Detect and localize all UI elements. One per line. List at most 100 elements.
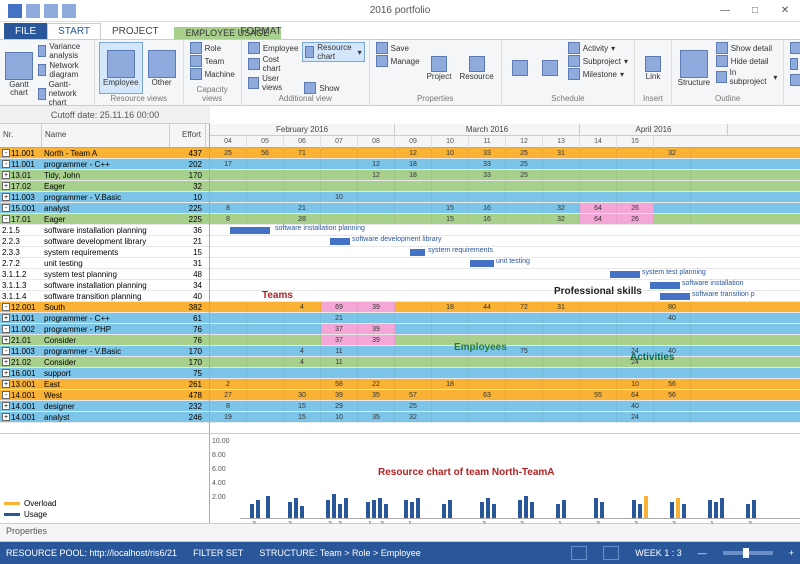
timeline-row[interactable] xyxy=(210,247,800,258)
timeline[interactable]: February 2016March 2016April 2016 040506… xyxy=(210,124,800,433)
table-row[interactable]: 2.7.2unit testing31 xyxy=(0,258,209,269)
expand-icon[interactable]: + xyxy=(2,336,10,344)
timeline-row[interactable]: 41124 xyxy=(210,357,800,368)
zoom-slider[interactable] xyxy=(723,551,773,555)
expand-icon[interactable]: - xyxy=(2,160,10,168)
expand-icon[interactable]: + xyxy=(2,380,10,388)
timeline-row[interactable]: 12183325 xyxy=(210,170,800,181)
table-row[interactable]: -11.002programmer - PHP76 xyxy=(0,324,209,335)
tab-file[interactable]: FILE xyxy=(4,23,47,39)
maximize-button[interactable]: □ xyxy=(740,5,770,16)
table-row[interactable]: 3.1.1.4software transition planning40 xyxy=(0,291,209,302)
timeline-row[interactable]: 191510353224 xyxy=(210,412,800,423)
project-prop-button[interactable]: Project xyxy=(424,42,455,94)
expand-icon[interactable]: + xyxy=(2,369,10,377)
table-row[interactable]: 2.1.5software installation planning36 xyxy=(0,225,209,236)
expand-icon[interactable]: - xyxy=(2,391,10,399)
table-row[interactable]: -15.001analyst225 xyxy=(0,203,209,214)
gantt-chart-button[interactable]: Gantt chart xyxy=(4,42,34,107)
timeline-row[interactable]: 411752440 xyxy=(210,346,800,357)
timeline-row[interactable]: 1712183325 xyxy=(210,159,800,170)
minimize-button[interactable]: — xyxy=(710,5,740,16)
role-item[interactable]: Role xyxy=(188,42,237,54)
expand-icon[interactable]: + xyxy=(2,402,10,410)
timeline-row[interactable] xyxy=(210,236,800,247)
show-detail-item[interactable]: Show detail xyxy=(714,42,780,54)
col-header-name[interactable]: Name xyxy=(42,124,170,147)
timeline-row[interactable]: 815292540 xyxy=(210,401,800,412)
expand-icon[interactable]: - xyxy=(2,215,10,223)
variance-analysis-item[interactable]: Variance analysis xyxy=(36,42,90,60)
gantt-bar[interactable] xyxy=(330,238,350,245)
undo-icon[interactable] xyxy=(44,4,58,18)
clear-filters-item[interactable]: Clear filters ▾ xyxy=(788,55,800,73)
save-icon[interactable] xyxy=(26,4,40,18)
gantt-network-item[interactable]: Gantt-network chart xyxy=(36,80,90,107)
table-row[interactable]: -14.001West478 xyxy=(0,390,209,401)
save-item[interactable]: Save xyxy=(374,42,422,54)
link-button[interactable]: Link xyxy=(639,42,667,94)
table-row[interactable]: +14.001analyst246 xyxy=(0,412,209,423)
expand-icon[interactable]: + xyxy=(2,171,10,179)
close-button[interactable]: ✕ xyxy=(770,5,800,16)
gantt-bar[interactable] xyxy=(230,227,270,234)
table-row[interactable]: -11.003programmer - V.Basic170 xyxy=(0,346,209,357)
in-subproject-item[interactable]: In subproject ▾ xyxy=(714,68,780,86)
team-item[interactable]: Team xyxy=(188,55,237,67)
table-row[interactable]: +13.001East261 xyxy=(0,379,209,390)
search-item[interactable]: Search xyxy=(788,74,800,86)
milestone-item[interactable]: Milestone ▾ xyxy=(566,68,630,80)
table-row[interactable]: +21.02Consider170 xyxy=(0,357,209,368)
timeline-row[interactable]: 25822181056 xyxy=(210,379,800,390)
gantt-bar[interactable] xyxy=(410,249,425,256)
timeline-row[interactable]: 273039355763556456 xyxy=(210,390,800,401)
table-row[interactable]: -17.01Eager225 xyxy=(0,214,209,225)
tab-format[interactable]: FORMAT xyxy=(229,23,292,39)
activity-item[interactable]: Activity ▾ xyxy=(566,42,630,54)
qat-icon[interactable] xyxy=(8,4,22,18)
schedule-button[interactable] xyxy=(506,42,534,94)
tab-project[interactable]: PROJECT xyxy=(101,23,170,39)
table-row[interactable]: -11.001North - Team A437 xyxy=(0,148,209,159)
timeline-row[interactable]: 8281516326426 xyxy=(210,214,800,225)
table-row[interactable]: +13.01Tidy, John170 xyxy=(0,170,209,181)
table-row[interactable]: -12.001South382 xyxy=(0,302,209,313)
status-view-icon[interactable] xyxy=(571,546,587,560)
resource-prop-button[interactable]: Resource xyxy=(456,42,496,94)
timeline-row[interactable] xyxy=(210,269,800,280)
other-button[interactable]: Other xyxy=(145,42,179,94)
machine-item[interactable]: Machine xyxy=(188,68,237,80)
employee-cv-item[interactable]: Employee xyxy=(246,42,301,54)
structure-button[interactable]: Structure xyxy=(676,42,712,94)
timeline-row[interactable]: 469391844723180 xyxy=(210,302,800,313)
network-diagram-item[interactable]: Network diagram xyxy=(36,61,90,79)
show-item[interactable]: Show xyxy=(302,82,364,94)
expand-icon[interactable]: + xyxy=(2,358,10,366)
hide-detail-item[interactable]: Hide detail xyxy=(714,55,780,67)
gantt-bar[interactable] xyxy=(650,282,680,289)
user-views-item[interactable]: User views xyxy=(246,74,301,92)
timeline-row[interactable]: 10 xyxy=(210,192,800,203)
timeline-row[interactable]: 255671121033253132 xyxy=(210,148,800,159)
resource-chart-item[interactable]: Resource chart ▾ xyxy=(302,42,364,62)
expand-icon[interactable]: + xyxy=(2,193,10,201)
subproject-item[interactable]: Subproject ▾ xyxy=(566,55,630,67)
table-row[interactable]: -11.001programmer - C++202 xyxy=(0,159,209,170)
table-row[interactable]: +17.02Eager32 xyxy=(0,181,209,192)
col-header-effort[interactable]: Effort xyxy=(170,124,206,147)
expand-icon[interactable]: - xyxy=(2,204,10,212)
table-row[interactable]: 3.1.1.2system test planning48 xyxy=(0,269,209,280)
expand-icon[interactable]: - xyxy=(2,149,10,157)
timeline-row[interactable] xyxy=(210,368,800,379)
timeline-row[interactable]: 3739 xyxy=(210,335,800,346)
table-row[interactable]: +11.003programmer - V.Basic10 xyxy=(0,192,209,203)
tab-start[interactable]: START xyxy=(47,23,101,39)
table-row[interactable]: 2.3.3system requirements15 xyxy=(0,247,209,258)
gantt-bar[interactable] xyxy=(470,260,494,267)
employee-button[interactable]: Employee xyxy=(99,42,143,94)
zoom-in-icon[interactable]: + xyxy=(789,548,794,558)
table-row[interactable]: +14.001designer232 xyxy=(0,401,209,412)
expand-icon[interactable]: - xyxy=(2,325,10,333)
table-row[interactable]: +21.01Consider76 xyxy=(0,335,209,346)
cost-chart-item[interactable]: Cost chart xyxy=(246,55,301,73)
